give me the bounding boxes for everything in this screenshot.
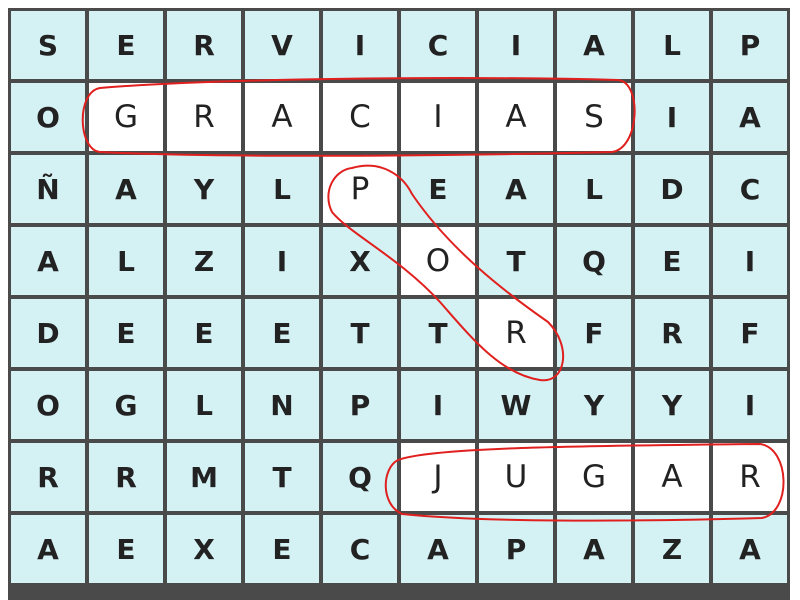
grid-cell[interactable]: Z: [167, 227, 241, 295]
grid-cell[interactable]: I: [323, 11, 397, 79]
grid-cell[interactable]: D: [11, 299, 85, 367]
grid-cell[interactable]: I: [245, 227, 319, 295]
grid-cell[interactable]: P: [323, 155, 397, 223]
grid-cell[interactable]: M: [167, 443, 241, 511]
grid-cell[interactable]: A: [11, 515, 85, 583]
grid-cell[interactable]: Y: [557, 371, 631, 439]
grid-cell[interactable]: R: [479, 299, 553, 367]
grid-cell[interactable]: I: [635, 83, 709, 151]
grid-cell[interactable]: X: [323, 227, 397, 295]
grid-cell[interactable]: E: [89, 515, 163, 583]
grid-cell[interactable]: A: [635, 443, 709, 511]
grid-cell[interactable]: R: [89, 443, 163, 511]
grid-cell[interactable]: T: [401, 299, 475, 367]
grid-cell[interactable]: J: [401, 443, 475, 511]
grid-cell[interactable]: F: [557, 299, 631, 367]
grid-cell[interactable]: E: [245, 299, 319, 367]
grid-cell[interactable]: S: [11, 11, 85, 79]
grid-cell[interactable]: O: [401, 227, 475, 295]
grid-cell[interactable]: N: [245, 371, 319, 439]
grid-cell[interactable]: C: [323, 83, 397, 151]
grid-cell[interactable]: T: [323, 299, 397, 367]
grid-cell[interactable]: I: [401, 83, 475, 151]
grid-cell[interactable]: G: [557, 443, 631, 511]
grid-cell[interactable]: D: [635, 155, 709, 223]
grid-cell[interactable]: A: [479, 155, 553, 223]
grid-cell[interactable]: E: [245, 515, 319, 583]
grid-cell[interactable]: I: [479, 11, 553, 79]
grid-cell[interactable]: Y: [635, 371, 709, 439]
grid-cell[interactable]: X: [167, 515, 241, 583]
grid-cell[interactable]: I: [713, 227, 787, 295]
grid-cell[interactable]: E: [635, 227, 709, 295]
grid-cell[interactable]: S: [557, 83, 631, 151]
grid-cell[interactable]: C: [401, 11, 475, 79]
grid-cell[interactable]: R: [167, 11, 241, 79]
grid-cell[interactable]: A: [401, 515, 475, 583]
grid-cell[interactable]: L: [635, 11, 709, 79]
grid-cell[interactable]: U: [479, 443, 553, 511]
grid-cell[interactable]: R: [713, 443, 787, 511]
grid-cell[interactable]: A: [89, 155, 163, 223]
grid-cell[interactable]: A: [11, 227, 85, 295]
grid-cell[interactable]: O: [11, 83, 85, 151]
grid-cell[interactable]: C: [713, 155, 787, 223]
grid-cell[interactable]: F: [713, 299, 787, 367]
grid-cell[interactable]: P: [479, 515, 553, 583]
grid-cell[interactable]: P: [323, 371, 397, 439]
grid-cell[interactable]: A: [245, 83, 319, 151]
word-search-board: SERVICIALPOGRACIASIAÑAYLPEALDCALZIXOTQEI…: [0, 0, 800, 600]
grid-cell[interactable]: C: [323, 515, 397, 583]
grid-cell[interactable]: L: [557, 155, 631, 223]
grid-cell[interactable]: L: [167, 371, 241, 439]
grid-cell[interactable]: A: [557, 515, 631, 583]
grid-cell[interactable]: W: [479, 371, 553, 439]
grid-cell[interactable]: P: [713, 11, 787, 79]
grid-cell[interactable]: Y: [167, 155, 241, 223]
grid-cell[interactable]: O: [11, 371, 85, 439]
grid-cell[interactable]: A: [557, 11, 631, 79]
grid-cell[interactable]: L: [245, 155, 319, 223]
grid-cell[interactable]: G: [89, 83, 163, 151]
grid-cell[interactable]: Q: [323, 443, 397, 511]
grid-cell[interactable]: V: [245, 11, 319, 79]
grid-cell[interactable]: E: [89, 11, 163, 79]
grid-cell[interactable]: R: [11, 443, 85, 511]
grid-cell[interactable]: Q: [557, 227, 631, 295]
grid-cell[interactable]: I: [401, 371, 475, 439]
grid-cell[interactable]: T: [245, 443, 319, 511]
grid-cell[interactable]: A: [479, 83, 553, 151]
grid-cell[interactable]: I: [713, 371, 787, 439]
grid-cell[interactable]: L: [89, 227, 163, 295]
grid-cell[interactable]: R: [635, 299, 709, 367]
grid-cell[interactable]: R: [167, 83, 241, 151]
grid-cell[interactable]: A: [713, 515, 787, 583]
grid-cell[interactable]: Ñ: [11, 155, 85, 223]
grid-cell[interactable]: E: [401, 155, 475, 223]
grid-cell[interactable]: Z: [635, 515, 709, 583]
grid-cell[interactable]: T: [479, 227, 553, 295]
grid-cell[interactable]: E: [167, 299, 241, 367]
grid-cell[interactable]: E: [89, 299, 163, 367]
grid-cell[interactable]: G: [89, 371, 163, 439]
grid-cell[interactable]: A: [713, 83, 787, 151]
